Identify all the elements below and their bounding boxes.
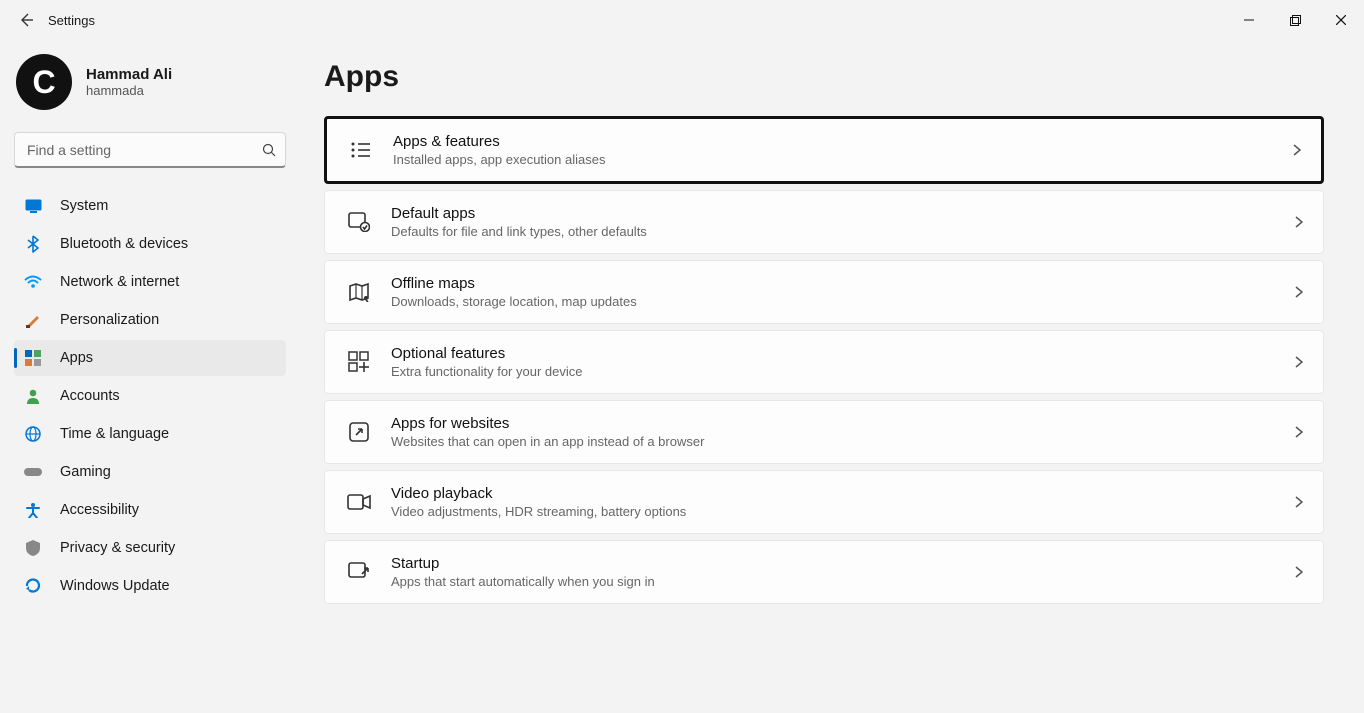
card-title: Optional features — [391, 345, 1295, 362]
window-title: Settings — [48, 13, 95, 28]
profile[interactable]: C Hammad Ali hammada — [14, 50, 286, 128]
person-icon — [24, 387, 42, 405]
card-title: Startup — [391, 555, 1295, 572]
card-title: Default apps — [391, 205, 1295, 222]
avatar: C — [16, 54, 72, 110]
startup-icon — [345, 558, 373, 586]
brush-icon — [24, 311, 42, 329]
card-subtitle: Video adjustments, HDR streaming, batter… — [391, 504, 1295, 519]
list-icon — [347, 136, 375, 164]
sidebar-item-label: Gaming — [60, 464, 111, 480]
wifi-icon — [24, 273, 42, 291]
chevron-right-icon — [1295, 286, 1303, 298]
default-apps-icon — [345, 208, 373, 236]
sidebar-item-apps[interactable]: Apps — [14, 340, 286, 376]
globe-icon — [24, 425, 42, 443]
sidebar-item-label: Personalization — [60, 312, 159, 328]
sidebar-item-bluetooth-devices[interactable]: Bluetooth & devices — [14, 226, 286, 262]
chevron-right-icon — [1295, 496, 1303, 508]
main-pane: Apps Apps & features Installed apps, app… — [300, 40, 1364, 713]
chevron-right-icon — [1295, 216, 1303, 228]
features-icon — [345, 348, 373, 376]
gamepad-icon — [24, 463, 42, 481]
window-controls — [1226, 4, 1364, 36]
card-offline-maps[interactable]: Offline maps Downloads, storage location… — [324, 260, 1324, 324]
video-icon — [345, 488, 373, 516]
search-icon — [262, 143, 276, 157]
apps-icon — [24, 349, 42, 367]
sidebar-item-label: Bluetooth & devices — [60, 236, 188, 252]
minimize-button[interactable] — [1226, 4, 1272, 36]
sidebar-item-personalization[interactable]: Personalization — [14, 302, 286, 338]
card-subtitle: Apps that start automatically when you s… — [391, 574, 1295, 589]
titlebar: Settings — [0, 0, 1364, 40]
card-title: Offline maps — [391, 275, 1295, 292]
sidebar-item-label: Privacy & security — [60, 540, 175, 556]
card-default-apps[interactable]: Default apps Defaults for file and link … — [324, 190, 1324, 254]
web-app-icon — [345, 418, 373, 446]
card-video-playback[interactable]: Video playback Video adjustments, HDR st… — [324, 470, 1324, 534]
card-subtitle: Websites that can open in an app instead… — [391, 434, 1295, 449]
card-apps-for-websites[interactable]: Apps for websites Websites that can open… — [324, 400, 1324, 464]
chevron-right-icon — [1295, 566, 1303, 578]
chevron-right-icon — [1295, 426, 1303, 438]
card-title: Apps for websites — [391, 415, 1295, 432]
close-button[interactable] — [1318, 4, 1364, 36]
card-startup[interactable]: Startup Apps that start automatically wh… — [324, 540, 1324, 604]
maximize-button[interactable] — [1272, 4, 1318, 36]
sidebar-item-windows-update[interactable]: Windows Update — [14, 568, 286, 604]
card-title: Video playback — [391, 485, 1295, 502]
card-subtitle: Downloads, storage location, map updates — [391, 294, 1295, 309]
sidebar: C Hammad Ali hammada System Bluetooth & d… — [0, 40, 300, 713]
sidebar-item-network-internet[interactable]: Network & internet — [14, 264, 286, 300]
profile-name: Hammad Ali — [86, 66, 172, 83]
sidebar-item-label: Accessibility — [60, 502, 139, 518]
card-subtitle: Extra functionality for your device — [391, 364, 1295, 379]
sidebar-item-gaming[interactable]: Gaming — [14, 454, 286, 490]
sidebar-item-privacy-security[interactable]: Privacy & security — [14, 530, 286, 566]
shield-icon — [24, 539, 42, 557]
maximize-icon — [1290, 15, 1301, 26]
sidebar-item-time-language[interactable]: Time & language — [14, 416, 286, 452]
map-icon — [345, 278, 373, 306]
profile-text: Hammad Ali hammada — [86, 66, 172, 98]
back-button[interactable] — [18, 12, 34, 28]
page-title: Apps — [324, 60, 1324, 94]
sidebar-item-label: Accounts — [60, 388, 120, 404]
close-icon — [1336, 15, 1346, 25]
sidebar-item-system[interactable]: System — [14, 188, 286, 224]
update-icon — [24, 577, 42, 595]
card-subtitle: Defaults for file and link types, other … — [391, 224, 1295, 239]
accessibility-icon — [24, 501, 42, 519]
display-icon — [24, 197, 42, 215]
card-subtitle: Installed apps, app execution aliases — [393, 152, 1293, 167]
bluetooth-icon — [24, 235, 42, 253]
sidebar-item-label: Windows Update — [60, 578, 170, 594]
profile-email: hammada — [86, 83, 172, 98]
chevron-right-icon — [1295, 356, 1303, 368]
card-optional-features[interactable]: Optional features Extra functionality fo… — [324, 330, 1324, 394]
sidebar-nav: System Bluetooth & devices Network & inter… — [14, 188, 286, 604]
chevron-right-icon — [1293, 144, 1301, 156]
sidebar-item-label: Time & language — [60, 426, 169, 442]
card-title: Apps & features — [393, 133, 1293, 150]
sidebar-item-accounts[interactable]: Accounts — [14, 378, 286, 414]
sidebar-item-label: Network & internet — [60, 274, 179, 290]
search-input[interactable] — [14, 132, 286, 168]
card-apps-features[interactable]: Apps & features Installed apps, app exec… — [324, 116, 1324, 184]
sidebar-item-accessibility[interactable]: Accessibility — [14, 492, 286, 528]
sidebar-item-label: Apps — [60, 350, 93, 366]
minimize-icon — [1244, 15, 1254, 25]
arrow-left-icon — [18, 12, 34, 28]
sidebar-item-label: System — [60, 198, 108, 214]
search-box — [14, 132, 286, 168]
